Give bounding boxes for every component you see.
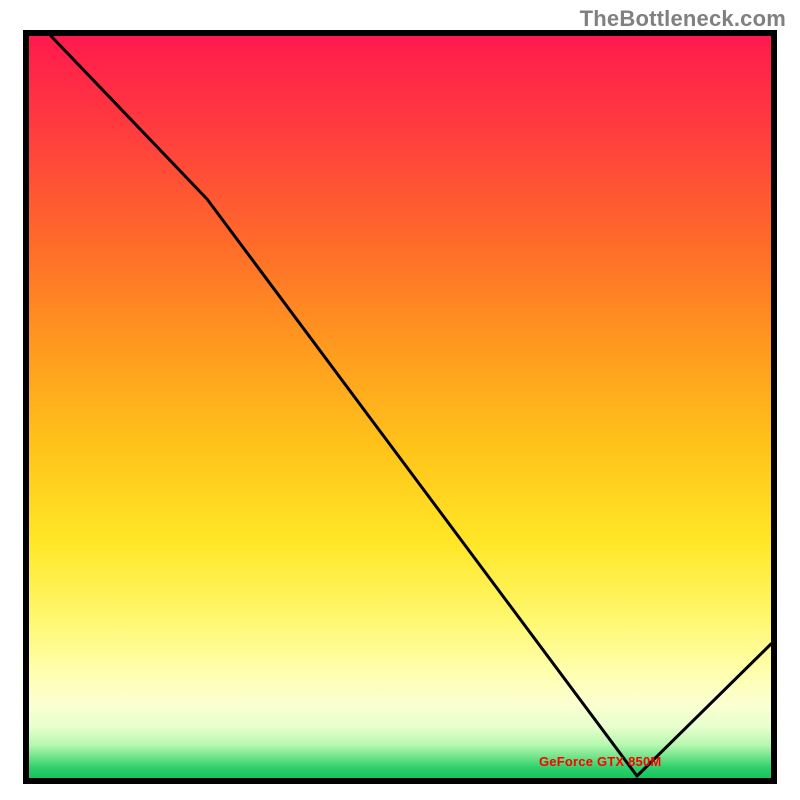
curve-layer [29, 36, 771, 778]
bottleneck-curve [51, 36, 771, 776]
attribution-text: TheBottleneck.com [580, 6, 786, 32]
gpu-annotation: GeForce GTX 850M [539, 754, 661, 769]
plot-frame: GeForce GTX 850M [23, 30, 777, 784]
chart-root: TheBottleneck.com GeForce GTX 850M [0, 0, 800, 800]
plot-area: GeForce GTX 850M [29, 36, 771, 778]
